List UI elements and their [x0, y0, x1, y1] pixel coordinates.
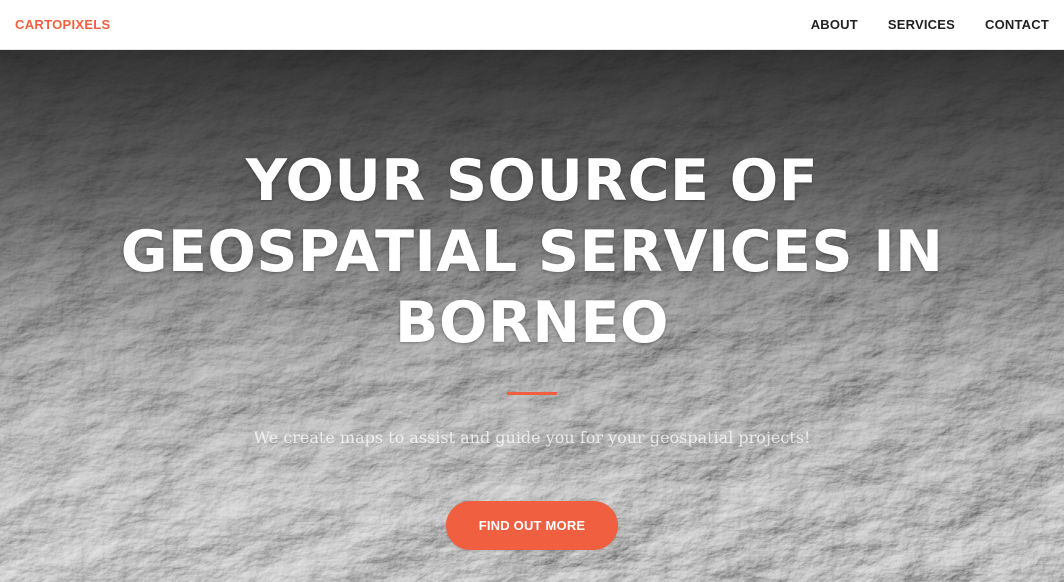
top-navbar: CARTOPIXELS ABOUT SERVICES CONTACT	[0, 0, 1064, 50]
hero-subtitle: We create maps to assist and guide you f…	[253, 428, 811, 447]
nav-item-contact: CONTACT	[985, 16, 1049, 34]
find-out-more-button[interactable]: FIND OUT MORE	[446, 501, 618, 550]
nav-link-contact[interactable]: CONTACT	[985, 17, 1049, 32]
nav-link-services[interactable]: SERVICES	[888, 17, 955, 32]
hero-heading-line-2: GEOSPATIAL SERVICES IN	[120, 219, 944, 285]
hero-heading: YOUR SOURCE OF GEOSPATIAL SERVICES IN BO…	[82, 146, 982, 359]
nav-item-services: SERVICES	[888, 16, 955, 34]
nav-link-about[interactable]: ABOUT	[811, 17, 858, 32]
hero-heading-line-1: YOUR SOURCE OF	[245, 148, 819, 214]
nav-item-about: ABOUT	[811, 16, 858, 34]
hero-heading-line-3: BORNEO	[395, 290, 669, 356]
hero-section: YOUR SOURCE OF GEOSPATIAL SERVICES IN BO…	[0, 50, 1064, 582]
hero-content: YOUR SOURCE OF GEOSPATIAL SERVICES IN BO…	[0, 50, 1064, 582]
nav-menu: ABOUT SERVICES CONTACT	[781, 16, 1049, 34]
accent-divider	[507, 392, 557, 395]
brand-logo-link[interactable]: CARTOPIXELS	[15, 16, 111, 34]
